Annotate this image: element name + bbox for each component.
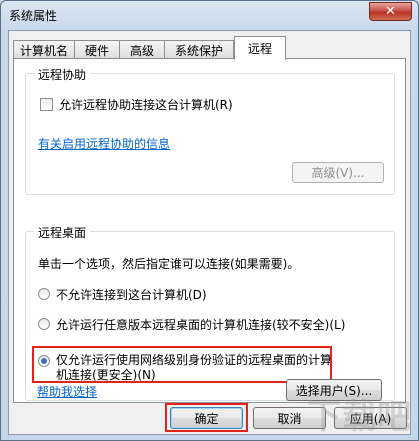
advanced-button[interactable]: 高级(V)... [292, 162, 384, 183]
tab-remote[interactable]: 远程 [234, 36, 286, 60]
watermark-logo: 下载吧 [307, 397, 412, 437]
window-title: 系统属性 [9, 9, 58, 23]
remote-desktop-group: 远程桌面 单击一个选项，然后指定谁可以连接(如果需要)。 不允许连接到这台计算机… [25, 224, 395, 401]
remote-desktop-title: 远程桌面 [34, 224, 91, 241]
option-deny-radio[interactable] [38, 288, 50, 300]
nla-option-highlight [32, 346, 332, 383]
remote-assistance-title: 远程协助 [34, 66, 91, 83]
dialog-client: 计算机名 硬件 高级 系统保护 远程 远程协助 允许远程协助连接这台计算机(R)… [8, 30, 411, 435]
close-button[interactable]: ✕ [369, 2, 412, 21]
title-bar[interactable]: 系统属性 ✕ [1, 1, 418, 29]
remote-assistance-info-link[interactable]: 有关启用远程协助的信息 [38, 135, 170, 152]
option-deny-label[interactable]: 不允许连接到这台计算机(D) [56, 286, 207, 303]
allow-remote-assistance-checkbox[interactable] [40, 98, 53, 111]
remote-assistance-group: 远程协助 允许远程协助连接这台计算机(R) 有关启用远程协助的信息 高级(V).… [25, 66, 395, 195]
remote-desktop-instruction: 单击一个选项，然后指定谁可以连接(如果需要)。 [38, 257, 300, 271]
remote-tab-panel: 远程协助 允许远程协助连接这台计算机(R) 有关启用远程协助的信息 高级(V).… [13, 58, 406, 403]
tab-hardware[interactable]: 硬件 [74, 40, 120, 59]
system-properties-window: 系统属性 ✕ 计算机名 硬件 高级 系统保护 远程 远程协助 允许远程协助连接这… [0, 0, 419, 441]
tab-computer-name[interactable]: 计算机名 [13, 40, 75, 59]
help-me-choose-link[interactable]: 帮助我选择 [37, 383, 97, 400]
option-any-version-radio[interactable] [38, 318, 50, 330]
tab-advanced[interactable]: 高级 [119, 40, 165, 59]
option-any-version-label[interactable]: 允许运行任意版本远程桌面的计算机连接(较不安全)(L) [56, 316, 345, 333]
ok-button[interactable]: 确定 [170, 407, 243, 429]
allow-remote-assistance-label[interactable]: 允许远程协助连接这台计算机(R) [59, 96, 233, 113]
tab-system-protection[interactable]: 系统保护 [164, 40, 234, 59]
